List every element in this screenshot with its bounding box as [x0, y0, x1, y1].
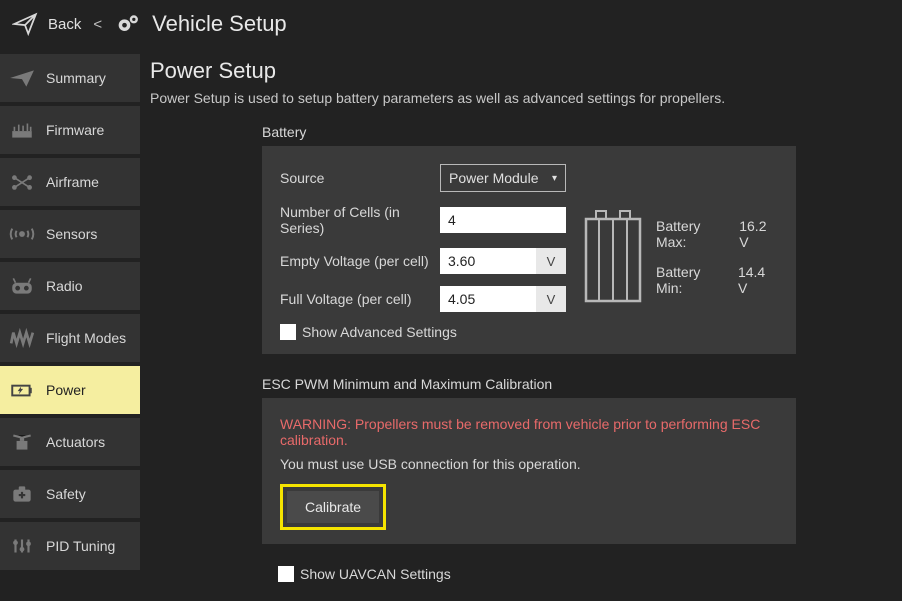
- sidebar-item-firmware[interactable]: Firmware: [0, 106, 140, 154]
- sidebar-item-actuators[interactable]: Actuators: [0, 418, 140, 466]
- medkit-icon: [8, 480, 36, 508]
- esc-note: You must use USB connection for this ope…: [280, 456, 778, 472]
- sidebar-item-summary[interactable]: Summary: [0, 54, 140, 102]
- uavcan-label: Show UAVCAN Settings: [300, 566, 451, 582]
- battery-section-label: Battery: [262, 124, 902, 140]
- sidebar-item-label: Safety: [46, 486, 86, 502]
- sidebar-item-pid-tuning[interactable]: PID Tuning: [0, 522, 140, 570]
- sidebar-item-label: Power: [46, 382, 86, 398]
- sidebar-item-safety[interactable]: Safety: [0, 470, 140, 518]
- motor-icon: [8, 428, 36, 456]
- sidebar-item-sensors[interactable]: Sensors: [0, 210, 140, 258]
- sidebar-item-label: Airframe: [46, 174, 99, 190]
- battery-min-label: Battery Min:: [656, 264, 730, 296]
- sidebar-item-label: Actuators: [46, 434, 105, 450]
- esc-warning: WARNING: Propellers must be removed from…: [280, 416, 778, 448]
- page-description: Power Setup is used to setup battery par…: [150, 90, 902, 106]
- sidebar-item-flight-modes[interactable]: Flight Modes: [0, 314, 140, 362]
- battery-icon: [8, 376, 36, 404]
- advanced-settings-label: Show Advanced Settings: [302, 324, 457, 340]
- plane-icon: [8, 64, 36, 92]
- empty-voltage-label: Empty Voltage (per cell): [280, 253, 440, 269]
- cells-label: Number of Cells (in Series): [280, 204, 440, 236]
- battery-diagram-icon: [582, 209, 644, 305]
- chevron-down-icon: ▾: [552, 173, 557, 184]
- drone-icon: [8, 168, 36, 196]
- full-voltage-unit: V: [536, 286, 566, 312]
- back-chevron: <: [93, 16, 102, 33]
- source-label: Source: [280, 170, 440, 186]
- sidebar-item-label: Sensors: [46, 226, 97, 242]
- empty-voltage-unit: V: [536, 248, 566, 274]
- calibrate-highlight: Calibrate: [280, 484, 386, 530]
- topbar: Back < Vehicle Setup: [0, 0, 902, 48]
- advanced-settings-checkbox[interactable]: [280, 324, 296, 340]
- full-voltage-label: Full Voltage (per cell): [280, 291, 440, 307]
- sidebar-item-radio[interactable]: Radio: [0, 262, 140, 310]
- page-title: Power Setup: [150, 58, 902, 84]
- esc-section: ESC PWM Minimum and Maximum Calibration …: [262, 376, 902, 544]
- wave-icon: [8, 324, 36, 352]
- chip-icon: [8, 116, 36, 144]
- sidebar-item-power[interactable]: Power: [0, 366, 140, 414]
- main-content: Power Setup Power Setup is used to setup…: [140, 48, 902, 601]
- cells-input[interactable]: [440, 207, 566, 233]
- sidebar-item-label: Firmware: [46, 122, 104, 138]
- calibrate-button[interactable]: Calibrate: [287, 491, 379, 523]
- sidebar: Summary Firmware Airframe Sensors Radio: [0, 48, 140, 601]
- back-button[interactable]: Back: [48, 16, 81, 33]
- empty-voltage-input[interactable]: [440, 248, 536, 274]
- gear-icon: [114, 10, 142, 38]
- full-voltage-input[interactable]: [440, 286, 536, 312]
- esc-section-label: ESC PWM Minimum and Maximum Calibration: [262, 376, 902, 392]
- battery-section: Battery Source Power Module ▾ Number of …: [262, 124, 902, 354]
- sidebar-item-label: Summary: [46, 70, 106, 86]
- signal-icon: [8, 220, 36, 248]
- sidebar-item-label: Radio: [46, 278, 83, 294]
- uavcan-checkbox[interactable]: [278, 566, 294, 582]
- sidebar-item-label: PID Tuning: [46, 538, 115, 554]
- battery-max-value: 16.2 V: [739, 218, 778, 250]
- battery-min-value: 14.4 V: [738, 264, 778, 296]
- source-dropdown[interactable]: Power Module ▾: [440, 164, 566, 192]
- page-header-title: Vehicle Setup: [152, 11, 287, 37]
- paper-plane-icon: [12, 11, 38, 37]
- radio-icon: [8, 272, 36, 300]
- sliders-icon: [8, 532, 36, 560]
- sidebar-item-airframe[interactable]: Airframe: [0, 158, 140, 206]
- battery-max-label: Battery Max:: [656, 218, 731, 250]
- source-value: Power Module: [449, 170, 539, 186]
- sidebar-item-label: Flight Modes: [46, 330, 126, 346]
